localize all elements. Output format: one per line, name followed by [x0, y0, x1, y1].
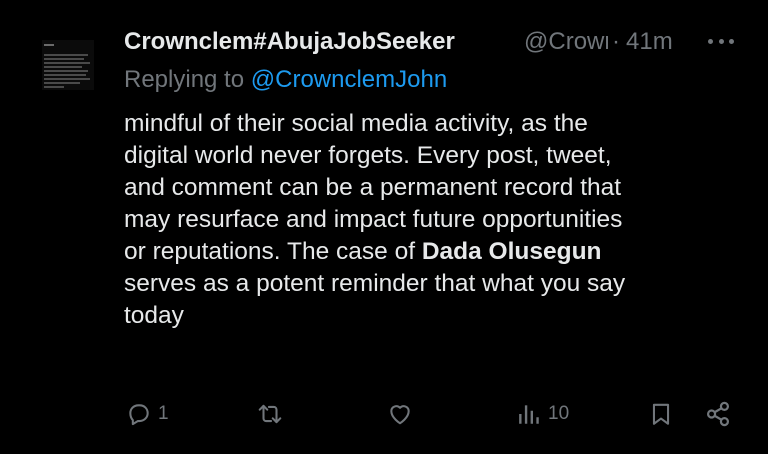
views-count: 10 — [548, 403, 570, 424]
body-line: mindful of their social media activity, … — [124, 110, 588, 137]
separator: · — [612, 28, 620, 55]
views-icon — [516, 401, 542, 427]
reply-icon — [126, 401, 152, 427]
share-button[interactable] — [704, 396, 732, 432]
replying-to: Replying to @CrownclemJohn — [124, 66, 447, 94]
replying-mention-link[interactable]: @CrownclemJohn — [251, 66, 447, 93]
bookmark-icon — [648, 400, 674, 428]
reply-button[interactable]: 1 — [126, 396, 169, 432]
user-handle[interactable]: @CrownclemJohn — [524, 28, 608, 56]
action-bar: 1 10 — [124, 396, 744, 432]
bookmark-button[interactable] — [648, 396, 674, 432]
like-button[interactable] — [386, 396, 420, 432]
body-line: today — [124, 302, 184, 329]
tweet-body: mindful of their social media activity, … — [124, 108, 764, 332]
heart-icon — [386, 401, 414, 427]
body-line: or reputations. The case of Dada Olusegu… — [124, 236, 764, 268]
timestamp[interactable]: 41m — [626, 28, 673, 56]
share-icon — [704, 400, 732, 428]
body-line: serves as a potent reminder that what yo… — [124, 270, 626, 297]
avatar[interactable] — [42, 40, 94, 90]
body-text: or reputations. The case of — [124, 238, 422, 265]
tweet-header: Crownclem#AbujaJobSeeker @CrownclemJohn … — [124, 26, 744, 58]
more-icon[interactable] — [708, 28, 734, 54]
views-button[interactable]: 10 — [516, 396, 569, 432]
repost-icon — [256, 401, 284, 427]
tweet[interactable]: Crownclem#AbujaJobSeeker @CrownclemJohn … — [0, 0, 768, 454]
replying-prefix: Replying to — [124, 66, 245, 93]
body-line: may resurface and impact future opportun… — [124, 206, 623, 233]
display-name[interactable]: Crownclem#AbujaJobSeeker — [124, 28, 522, 56]
repost-button[interactable] — [256, 396, 290, 432]
body-line: and comment can be a permanent record th… — [124, 174, 622, 201]
body-line: digital world never forgets. Every post,… — [124, 142, 612, 169]
reply-count: 1 — [158, 403, 169, 424]
bold-name: Dada Olusegun — [421, 238, 602, 265]
